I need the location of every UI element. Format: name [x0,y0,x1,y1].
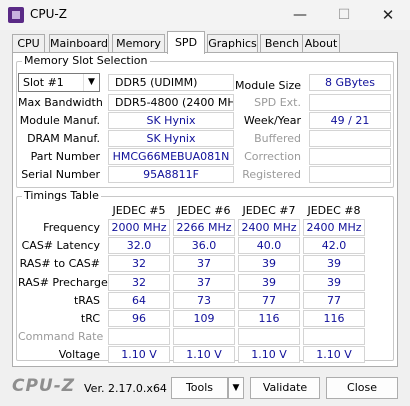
timings-cell: 77 [238,292,300,309]
maximize-button[interactable]: ☐ [322,0,366,30]
timings-cell: 2400 MHz [303,219,365,236]
serial-number-field: 95A8811F [108,166,234,183]
timings-cell: 116 [303,310,365,327]
timings-cell: 64 [108,292,170,309]
timings-cell: 32 [108,274,170,291]
module-manuf-field: SK Hynix [108,112,234,129]
timings-column-header: JEDEC #5 [112,204,166,217]
week-year-field: 49 / 21 [309,112,391,129]
timings-row-label: Command Rate [18,330,104,343]
dram-manuf-field: SK Hynix [108,130,234,147]
max-bandwidth-label: Max Bandwidth [18,96,103,109]
correction-field [309,148,391,165]
spd-panel: Memory Slot Selection Slot #1 ▼ DDR5 (UD… [12,52,398,367]
timings-cell: 1.10 V [108,346,170,363]
version-label: Ver. 2.17.0.x64 [84,382,167,395]
serial-number-label: Serial Number [21,168,100,181]
module-size-field: 8 GBytes [309,74,391,91]
close-window-button[interactable]: ✕ [366,0,410,30]
max-bandwidth-field: DDR5-4800 (2400 MHz) [108,94,234,111]
timings-cell: 2400 MHz [238,219,300,236]
timings-cell [108,328,170,345]
timings-row-label: Voltage [58,348,100,361]
memory-type-field: DDR5 (UDIMM) [108,74,234,91]
spd-ext-field [309,94,391,111]
tools-button[interactable]: Tools [171,377,228,399]
timings-cell: 39 [238,274,300,291]
timings-row-label: RAS# Precharge [18,276,108,289]
window-title: CPU-Z [30,7,67,21]
timings-column-header: JEDEC #6 [177,204,231,217]
timings-cell [173,328,235,345]
timings-cell: 42.0 [303,237,365,254]
memory-slot-group-title: Memory Slot Selection [22,54,150,67]
timings-group-title: Timings Table [22,189,101,202]
tab-about[interactable]: About [302,34,340,53]
timings-cell: 39 [303,255,365,272]
timings-cell [238,328,300,345]
module-manuf-label: Module Manuf. [19,114,100,127]
registered-field [309,166,391,183]
timings-cell [303,328,365,345]
part-number-label: Part Number [30,150,100,163]
close-button[interactable]: Close [326,377,398,399]
tab-memory[interactable]: Memory [112,34,165,53]
module-size-label: Module Size [235,79,302,92]
timings-cell: 77 [303,292,365,309]
timings-row-label: Frequency [43,221,100,234]
slot-select-value: Slot #1 [23,76,64,89]
timings-cell: 2000 MHz [108,219,170,236]
buffered-field [309,130,391,147]
timings-cell: 1.10 V [173,346,235,363]
timings-cell: 2266 MHz [173,219,235,236]
timings-cell: 1.10 V [238,346,300,363]
correction-label: Correction [244,150,301,163]
timings-cell: 39 [238,255,300,272]
timings-column-header: JEDEC #7 [242,204,296,217]
tools-dropdown-button[interactable]: ▼ [228,377,244,399]
title-bar: CPU-Z — ☐ ✕ [0,0,410,30]
tab-spd[interactable]: SPD [167,31,205,54]
week-year-label: Week/Year [243,114,301,127]
validate-button[interactable]: Validate [250,377,320,399]
timings-cell: 37 [173,255,235,272]
dram-manuf-label: DRAM Manuf. [27,132,100,145]
timings-cell: 32 [108,255,170,272]
minimize-button[interactable]: — [278,0,322,30]
timings-row-label: tRAS [73,294,100,307]
chevron-down-icon[interactable]: ▼ [83,74,99,91]
tab-cpu[interactable]: CPU [12,34,45,53]
timings-cell: 36.0 [173,237,235,254]
timings-cell: 32.0 [108,237,170,254]
timings-cell: 37 [173,274,235,291]
timings-cell: 39 [303,274,365,291]
registered-label: Registered [242,168,301,181]
timings-cell: 109 [173,310,235,327]
tab-graphics[interactable]: Graphics [207,34,258,53]
part-number-field: HMCG66MEBUA081N [108,148,234,165]
spd-ext-label: SPD Ext. [254,96,301,109]
timings-column-header: JEDEC #8 [307,204,361,217]
timings-row-label: CAS# Latency [21,239,100,252]
timings-cell: 73 [173,292,235,309]
timings-cell: 116 [238,310,300,327]
cpu-z-logo: CPU-Z [12,376,76,396]
timings-row-label: RAS# to CAS# [19,257,100,270]
timings-cell: 96 [108,310,170,327]
slot-select[interactable]: Slot #1 ▼ [18,73,100,92]
timings-cell: 40.0 [238,237,300,254]
cpu-z-app-icon [8,7,24,23]
buffered-label: Buffered [254,132,301,145]
tab-mainboard[interactable]: Mainboard [49,34,109,53]
timings-row-label: tRC [80,312,100,325]
tab-bench[interactable]: Bench [260,34,304,53]
timings-cell: 1.10 V [303,346,365,363]
